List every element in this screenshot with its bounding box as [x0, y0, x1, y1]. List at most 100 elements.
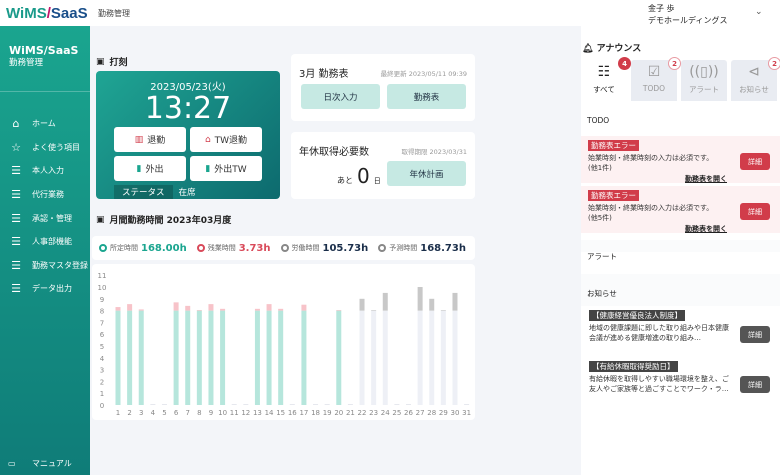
- manual-link[interactable]: ▭ マニュアル: [8, 458, 72, 469]
- bar-regular: [173, 310, 179, 405]
- punch-time: 13:27: [144, 91, 232, 126]
- sidebar: WiMS/SaaS 勤務管理 ⌂ ホーム ☆ よく使う項目 ☰ 本人入力 ☰ 代行業務 ☰…: [0, 26, 90, 475]
- x-tick-label: 18: [311, 409, 320, 417]
- btn-label: TW退勤: [214, 136, 248, 146]
- ring-icon: [196, 244, 205, 252]
- sidebar-item-home[interactable]: ⌂ ホーム: [0, 112, 90, 136]
- door-icon: ▮: [136, 163, 142, 174]
- bar-empty: [324, 404, 330, 405]
- leave-deadline: 取得期限 2023/03/31: [401, 148, 467, 156]
- go-out-button[interactable]: ▮ 外出: [114, 156, 186, 181]
- bar-empty: [394, 404, 400, 405]
- ring-icon: [280, 244, 289, 252]
- bar-overtime: [138, 309, 144, 311]
- sidebar-item-hr[interactable]: ☰ 人事部機能: [0, 230, 90, 254]
- sidebar-subtitle: 勤務管理: [9, 58, 44, 68]
- nav-label: よく使う項目: [32, 142, 80, 152]
- star-icon: ☆: [11, 140, 21, 154]
- x-tick-label: 6: [174, 409, 179, 417]
- tab-all[interactable]: ☷ すべて 4: [581, 57, 631, 101]
- x-tick-label: 23: [369, 409, 378, 417]
- chart-svg: 012345678910111 2 3 4 5 6 7 8 9 10 11 12 13 14 15 16 17 1…: [98, 272, 472, 417]
- x-tick-label: 28: [427, 409, 436, 417]
- sidebar-item-proxy[interactable]: ☰ 代行業務: [0, 183, 90, 207]
- go-out-tw-button[interactable]: ▮ 外出TW: [190, 156, 262, 181]
- x-tick-label: 31: [462, 409, 471, 417]
- clock-out-button[interactable]: ▥ 退勤: [114, 127, 186, 152]
- bar-forecast_regular: [371, 310, 377, 405]
- y-tick-label: 1: [100, 390, 104, 398]
- user-name: 金子 歩: [648, 4, 675, 13]
- sidebar-item-master[interactable]: ☰ 勤務マスタ登録: [0, 254, 90, 278]
- bar-overtime: [185, 305, 191, 311]
- news-header: お知らせ: [587, 289, 617, 298]
- tw-clock-out-button[interactable]: ⌂ TW退勤: [190, 127, 262, 152]
- legend-value: 168.00h: [141, 242, 187, 254]
- x-tick-label: 12: [241, 409, 250, 417]
- legend-label: 労働時間: [291, 244, 320, 252]
- nav-label: 代行業務: [32, 190, 64, 200]
- x-tick-label: 30: [451, 409, 460, 417]
- leave-remaining: あと 0 日: [337, 166, 381, 186]
- x-tick-label: 2: [127, 409, 131, 417]
- leave-card: 年休取得必要数 取得期限 2023/03/31 あと 0 日 年休計画: [291, 132, 475, 199]
- sidebar-item-export[interactable]: ☰ データ出力: [0, 277, 90, 301]
- leave-title: 年休取得必要数: [299, 147, 369, 158]
- timesheet-button[interactable]: 勤務表: [387, 84, 466, 109]
- nav-label: 本人入力: [32, 166, 64, 176]
- x-tick-label: 11: [230, 409, 239, 417]
- x-tick-label: 22: [358, 409, 367, 417]
- open-timesheet-link[interactable]: 勤務表を開く: [685, 224, 727, 234]
- sidebar-item-favorites[interactable]: ☆ よく使う項目: [0, 136, 90, 160]
- chevron-down-icon[interactable]: ⌄: [755, 7, 763, 17]
- bar-empty: [313, 404, 319, 405]
- sidebar-item-approval[interactable]: ☰ 承認・管理: [0, 206, 90, 230]
- nav-label: 承認・管理: [32, 213, 72, 223]
- legend-forecast: 予測時間 168.73h: [378, 243, 466, 254]
- x-tick-label: 16: [288, 409, 297, 417]
- news-tag: 【有給休暇取得奨励日】: [589, 361, 678, 372]
- y-tick-label: 3: [100, 367, 104, 375]
- bar-empty: [347, 404, 353, 405]
- legend-label: 残業時間: [207, 244, 236, 252]
- detail-button[interactable]: 詳細: [740, 153, 770, 170]
- count-badge: 2: [768, 57, 780, 70]
- tab-news[interactable]: ⊲ お知らせ 2: [731, 57, 780, 101]
- status-value: 在席: [178, 188, 196, 198]
- detail-button[interactable]: 詳細: [740, 203, 770, 220]
- ring-icon: [99, 244, 107, 252]
- tab-alert[interactable]: ((▯)) アラート: [681, 60, 727, 101]
- bar-overtime: [196, 310, 202, 311]
- x-tick-label: 29: [439, 409, 448, 417]
- leave-plan-button[interactable]: 年休計画: [387, 161, 466, 186]
- open-timesheet-link[interactable]: 勤務表を開く: [685, 174, 727, 184]
- bar-regular: [266, 310, 272, 405]
- bar-overtime: [254, 308, 260, 311]
- todo-count: (他1件): [588, 164, 612, 172]
- user-menu[interactable]: 金子 歩デモホールディングス: [648, 3, 727, 27]
- x-tick-label: 3: [139, 409, 143, 417]
- bar-regular: [127, 310, 133, 405]
- news-tag: 【健康経営優良法人制度】: [589, 310, 685, 321]
- list-icon: ☰: [11, 258, 21, 272]
- daily-input-button[interactable]: 日次入力: [301, 84, 380, 109]
- sidebar-item-self-input[interactable]: ☰ 本人入力: [0, 159, 90, 183]
- monthly-title: 月間勤務時間 2023年03月度: [109, 216, 232, 226]
- detail-button[interactable]: 詳細: [740, 326, 770, 343]
- bar-regular: [220, 310, 226, 405]
- bar-overtime: [278, 308, 284, 311]
- punch-card: 2023/05/23(火) 13:27 ▥ 退勤 ⌂ TW退勤 ▮ 外出 ▮ 外出TW …: [96, 71, 280, 199]
- logo-text-b: SaaS: [50, 5, 88, 22]
- bar-forecast_regular: [452, 310, 458, 405]
- tab-todo[interactable]: ☑ TODO 2: [631, 57, 681, 101]
- bar-overtime: [220, 308, 226, 311]
- x-tick-label: 27: [416, 409, 425, 417]
- bar-regular: [278, 310, 284, 405]
- x-tick-label: 1: [116, 409, 120, 417]
- tab-label: TODO: [642, 84, 666, 93]
- logo[interactable]: WiMS/SaaS: [0, 0, 90, 26]
- detail-button[interactable]: 詳細: [740, 376, 770, 393]
- leave-unit: 日: [373, 177, 381, 185]
- list-icon: ☰: [11, 235, 21, 249]
- bar-regular: [138, 310, 144, 405]
